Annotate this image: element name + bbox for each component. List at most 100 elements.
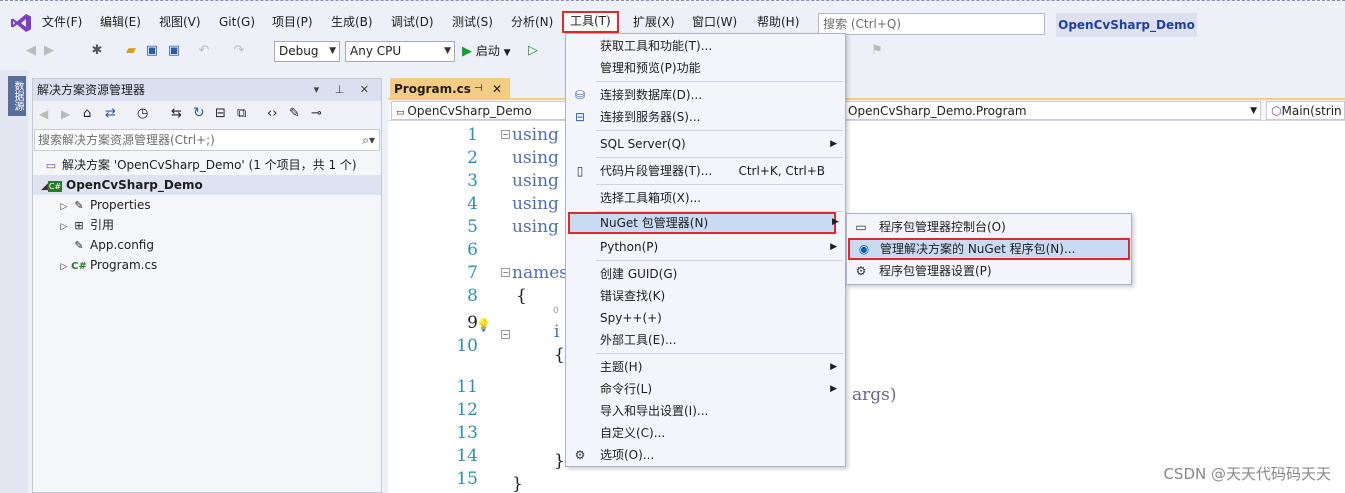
submenu-item-package-settings[interactable]: ⚙ 程序包管理器设置(P): [847, 260, 1131, 282]
start-without-debug-icon[interactable]: ▷: [524, 42, 542, 60]
program-label: Program.cs: [90, 258, 158, 272]
redo-icon[interactable]: ↷: [230, 42, 248, 60]
search-input[interactable]: 搜索 (Ctrl+Q): [818, 13, 1045, 35]
tree-program-node[interactable]: ▷ C# Program.cs: [57, 255, 158, 277]
menu-item-snippets-manager[interactable]: ▯ 代码片段管理器(T)... Ctrl+K, Ctrl+B: [566, 160, 845, 182]
menu-git[interactable]: Git(G): [213, 12, 261, 32]
sync-icon[interactable]: ⇆: [171, 106, 182, 121]
tree-project-node[interactable]: ◢C# OpenCvSharp_Demo: [33, 175, 381, 195]
menu-item-nuget-manager[interactable]: NuGet 包管理器(N): [568, 212, 836, 234]
references-hint[interactable]: 0: [553, 306, 559, 316]
menu-test[interactable]: 测试(S): [446, 12, 499, 32]
menu-item-options[interactable]: ⚙ 选项(O)...: [566, 444, 845, 466]
menu-item-create-guid[interactable]: 创建 GUID(G): [566, 263, 845, 285]
close-icon[interactable]: ✕: [492, 78, 502, 100]
collapse-all-icon[interactable]: ⊟: [215, 106, 226, 121]
menu-separator: [596, 184, 843, 185]
menu-item-customize[interactable]: 自定义(C)...: [566, 422, 845, 444]
start-debugging-button[interactable]: ▶ 启动 ▼: [462, 41, 511, 62]
menu-item-get-tools[interactable]: 获取工具和功能(T)...: [566, 35, 845, 57]
collapsed-arrow-icon[interactable]: ▷: [57, 197, 71, 217]
menu-item-connect-server[interactable]: ⊟ 连接到服务器(S)...: [566, 106, 845, 128]
forward-icon[interactable]: ▶: [40, 42, 58, 60]
menu-window[interactable]: 窗口(W): [686, 12, 743, 32]
data-sources-tab[interactable]: 数据源: [8, 76, 26, 116]
bookmark-icon[interactable]: ⚑: [868, 42, 886, 60]
menu-item-label: 获取工具和功能(T)...: [600, 39, 713, 53]
nuget-submenu: ▭ 程序包管理器控制台(O) ◉ 管理解决方案的 NuGet 程序包(N)... ⚙…: [846, 213, 1132, 285]
menu-help[interactable]: 帮助(H): [751, 12, 805, 32]
panel-window-controls[interactable]: ▾ ⊥ ✕: [314, 79, 375, 101]
menu-item-import-export[interactable]: 导入和导出设置(I)...: [566, 400, 845, 422]
undo-icon[interactable]: ↶: [195, 42, 213, 60]
menu-file[interactable]: 文件(F): [36, 12, 88, 32]
solution-search-input[interactable]: 搜索解决方案资源管理器(Ctrl+;) ⌕▾: [34, 129, 380, 151]
menu-project[interactable]: 项目(P): [266, 12, 319, 32]
menu-analyze[interactable]: 分析(N): [505, 12, 559, 32]
menu-tools[interactable]: 工具(T): [562, 11, 619, 33]
refresh-icon[interactable]: ↻: [193, 105, 205, 121]
show-all-files-icon[interactable]: ⧉: [237, 106, 246, 121]
menu-item-spy[interactable]: Spy++(+): [566, 307, 845, 329]
properties-wrench-icon[interactable]: ✎: [289, 106, 300, 121]
new-project-icon[interactable]: ✱: [88, 42, 106, 60]
save-all-icon[interactable]: ▣: [165, 42, 183, 60]
tree-solution-node[interactable]: ▭ 解决方案 'OpenCvSharp_Demo' (1 个项目，共 1 个): [43, 155, 357, 175]
home-icon[interactable]: ⌂: [83, 106, 91, 121]
switch-views-icon[interactable]: ⇄: [105, 106, 116, 121]
fold-toggle-icon[interactable]: −: [501, 130, 510, 139]
solution-name-badge[interactable]: OpenCvSharp_Demo: [1056, 13, 1197, 37]
appconfig-label: App.config: [90, 238, 154, 252]
project-nav-select[interactable]: ▭ OpenCvSharp_Demo: [391, 101, 566, 120]
menu-item-external-tools[interactable]: 外部工具(E)...: [566, 329, 845, 351]
menu-item-theme[interactable]: 主题(H) ▶: [566, 356, 845, 378]
menu-item-error-lookup[interactable]: 错误查找(K): [566, 285, 845, 307]
expanded-arrow-icon[interactable]: ◢: [33, 177, 48, 197]
menu-build[interactable]: 生成(B): [325, 12, 379, 32]
menu-item-command-line[interactable]: 命令行(L) ▶: [566, 378, 845, 400]
class-nav-select[interactable]: OpenCvSharp_Demo.Program ▼: [844, 101, 1261, 120]
pending-changes-icon[interactable]: ◷: [137, 106, 148, 121]
references-label: 引用: [90, 218, 115, 232]
configuration-select[interactable]: Debug ▼: [274, 41, 340, 62]
collapsed-arrow-icon[interactable]: ▷: [57, 257, 71, 277]
menu-item-connect-database[interactable]: ⛁ 连接到数据库(D)...: [566, 84, 845, 106]
back-icon[interactable]: ◀: [22, 42, 40, 60]
member-nav-select[interactable]: ⬡Main(strin: [1266, 101, 1345, 120]
open-folder-icon[interactable]: ▰: [122, 42, 140, 60]
line-number: 10: [456, 336, 478, 356]
fold-toggle-icon[interactable]: −: [501, 268, 510, 277]
platform-select[interactable]: Any CPU ▼: [345, 41, 455, 62]
menu-item-manage-preview[interactable]: 管理和预览(P)功能: [566, 57, 845, 79]
document-tab-strip: Program.cs ⊣ ✕: [388, 78, 1345, 100]
view-code-icon[interactable]: ‹›: [267, 106, 277, 121]
tree-references-node[interactable]: ▷ ⊞ 引用: [57, 215, 114, 235]
lightbulb-icon[interactable]: 💡: [476, 318, 491, 332]
properties-label: Properties: [90, 198, 151, 212]
collapsed-arrow-icon[interactable]: ▷: [57, 217, 71, 237]
menu-extensions[interactable]: 扩展(X): [627, 12, 681, 32]
menu-debug[interactable]: 调试(D): [385, 12, 440, 32]
menu-item-choose-toolbox[interactable]: 选择工具箱项(X)...: [566, 187, 845, 209]
save-icon[interactable]: ▣: [143, 42, 161, 60]
console-icon: ▭: [855, 220, 867, 234]
submenu-item-manage-nuget-packages[interactable]: ◉ 管理解决方案的 NuGet 程序包(N)...: [848, 238, 1130, 260]
chevron-down-icon: ▼: [1250, 106, 1257, 116]
back-icon[interactable]: ◀: [39, 107, 48, 121]
solution-label: 解决方案 'OpenCvSharp_Demo' (1 个项目，共 1 个): [62, 158, 357, 172]
preview-icon[interactable]: ⊸: [311, 106, 322, 121]
menu-item-python[interactable]: Python(P) ▶: [566, 236, 845, 258]
menu-item-sql-server[interactable]: SQL Server(Q) ▶: [566, 133, 845, 155]
forward-icon[interactable]: ▶: [61, 107, 70, 121]
pin-icon[interactable]: ⊣: [474, 78, 483, 100]
search-icon: ⌕▾: [362, 133, 375, 147]
menu-item-label: 创建 GUID(G): [600, 267, 678, 281]
tab-program-cs[interactable]: Program.cs ⊣ ✕: [390, 78, 510, 100]
code-line: {: [554, 345, 565, 365]
tree-properties-node[interactable]: ▷ ✎ Properties: [57, 195, 151, 215]
menu-edit[interactable]: 编辑(E): [94, 12, 147, 32]
tree-appconfig-node[interactable]: ✎ App.config: [71, 235, 154, 255]
fold-toggle-icon[interactable]: −: [501, 330, 510, 339]
submenu-item-package-console[interactable]: ▭ 程序包管理器控制台(O): [847, 216, 1131, 238]
menu-view[interactable]: 视图(V): [153, 12, 207, 32]
